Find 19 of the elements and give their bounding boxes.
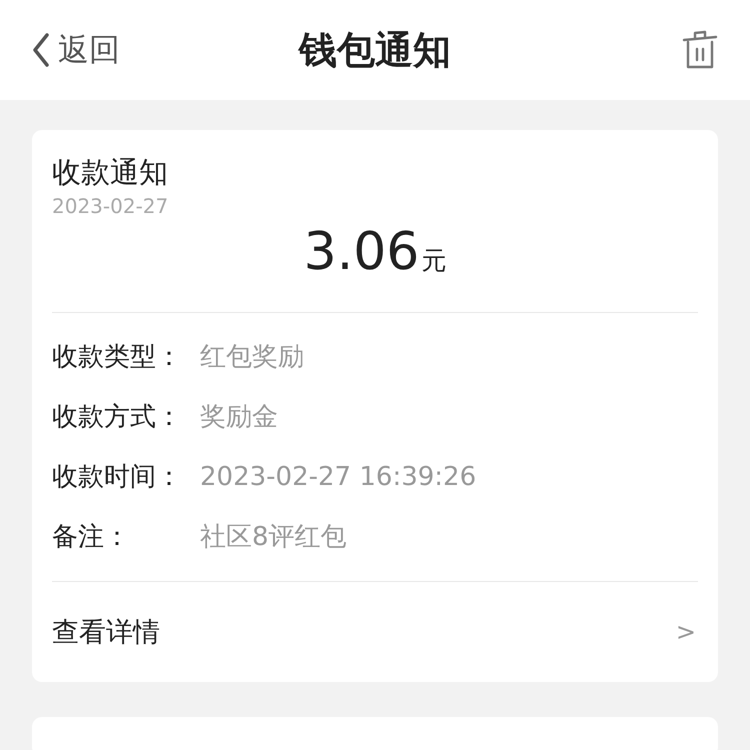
amount-unit: 元 (421, 246, 446, 275)
details-link[interactable]: 查看详情 > (52, 582, 698, 682)
field-value: 2023-02-27 16:39:26 (200, 461, 476, 494)
amount-value: 3.06 (304, 222, 420, 282)
field-label: 备注： (52, 521, 131, 554)
back-button[interactable]: 返回 (32, 29, 120, 71)
field-value: 红包奖励 (200, 341, 304, 374)
field-label: 收款时间： (52, 461, 183, 494)
field-value: 奖励金 (200, 401, 278, 434)
field-label: 收款方式： (52, 401, 183, 434)
delete-icon[interactable] (682, 30, 718, 70)
field-value: 社区8评红包 (200, 521, 347, 554)
field-label: 收款类型： (52, 341, 183, 374)
notice-date: 2023-02-27 (52, 194, 170, 218)
notice-title: 收款通知 (52, 154, 169, 191)
arrow-glyph: > (676, 618, 697, 646)
back-icon (32, 33, 50, 67)
page-title: 钱包通知 (299, 26, 451, 74)
details-label: 查看详情 (52, 616, 160, 650)
